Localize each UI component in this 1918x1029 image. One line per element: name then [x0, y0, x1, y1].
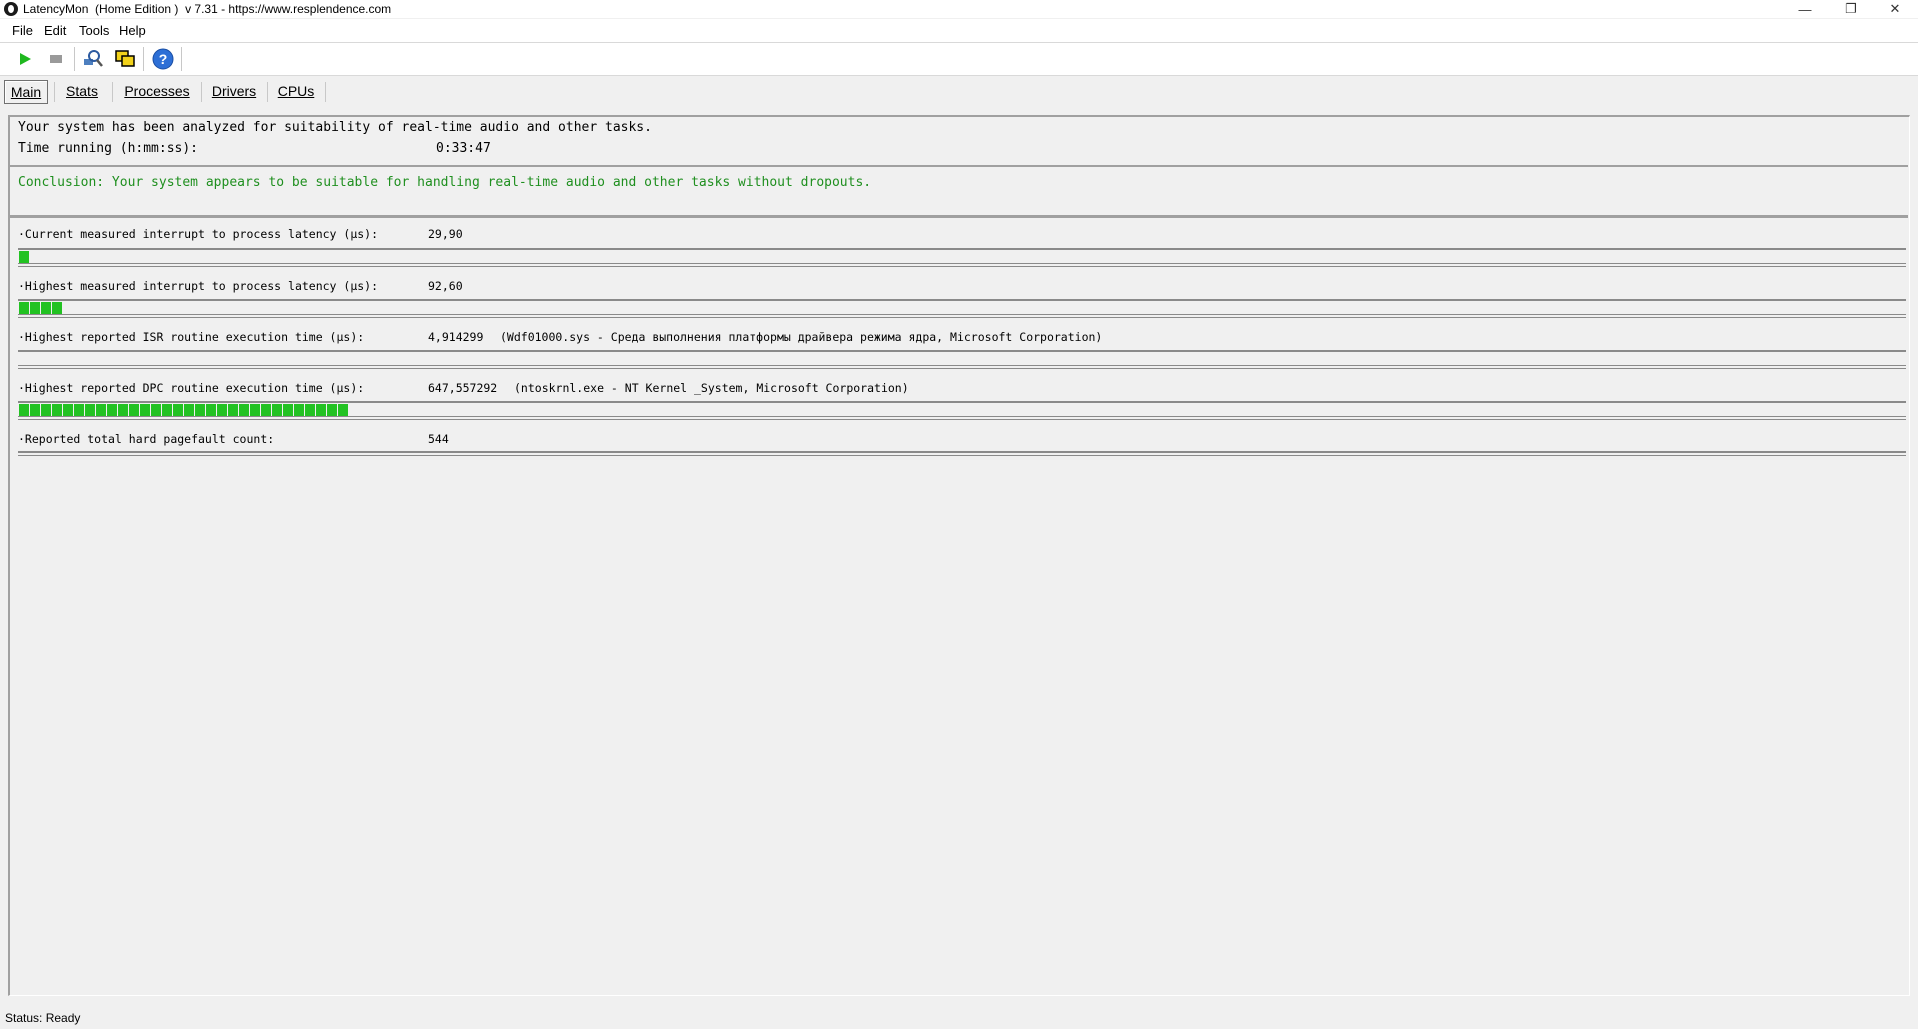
bar-segment — [63, 404, 73, 416]
section-divider — [18, 451, 1906, 456]
menu-bar: File Edit Tools Help — [0, 19, 1918, 43]
menu-file[interactable]: File — [12, 23, 33, 38]
stop-icon[interactable] — [44, 48, 68, 70]
bar-segment — [41, 302, 51, 314]
windows-icon[interactable] — [113, 48, 137, 70]
menu-edit[interactable]: Edit — [44, 23, 66, 38]
menu-help[interactable]: Help — [119, 23, 146, 38]
metric-value: 29,90 — [428, 227, 463, 241]
tab-drivers[interactable]: Drivers — [209, 80, 259, 102]
bar-segment — [19, 404, 29, 416]
bar-segment — [283, 404, 293, 416]
toolbar-separator — [181, 47, 182, 71]
bar-fill — [19, 302, 62, 314]
bar-segment — [228, 404, 238, 416]
bar-segment — [85, 404, 95, 416]
tab-cpus[interactable]: CPUs — [275, 80, 317, 102]
metric-label: ·Highest measured interrupt to process l… — [18, 279, 379, 293]
toolbar: ? — [0, 43, 1918, 76]
time-running-value: 0:33:47 — [436, 141, 491, 156]
metric-value: 92,60 — [428, 279, 463, 293]
bar-segment — [140, 404, 150, 416]
restore-button[interactable]: ❐ — [1828, 0, 1874, 18]
bar-segment — [19, 251, 29, 263]
app-logo-icon — [4, 2, 18, 16]
metric-source: (ntoskrnl.exe - NT Kernel _System, Micro… — [514, 381, 909, 395]
bar-segment — [217, 404, 227, 416]
bar-segment — [184, 404, 194, 416]
metric-label: ·Highest reported ISR routine execution … — [18, 330, 365, 344]
metric-source: (Wdf01000.sys - Среда выполнения платфор… — [500, 330, 1103, 344]
bar-segment — [173, 404, 183, 416]
status-bar: Status: Ready — [0, 1007, 1918, 1029]
bar-segment — [272, 404, 282, 416]
window-title: LatencyMon (Home Edition ) v 7.31 - http… — [23, 2, 392, 16]
bar-segment — [195, 404, 205, 416]
tab-bar: Main Stats Processes Drivers CPUs — [0, 78, 1918, 108]
conclusion-text: Conclusion: Your system appears to be su… — [18, 175, 872, 190]
tab-separator — [325, 82, 326, 102]
bar-segment — [52, 404, 62, 416]
bar-segment — [327, 404, 337, 416]
bar-segment — [74, 404, 84, 416]
bar-segment — [41, 404, 51, 416]
metric-label: ·Highest reported DPC routine execution … — [18, 381, 365, 395]
status-text: Status: Ready — [5, 1011, 81, 1025]
bar-fill — [19, 404, 348, 416]
current-latency-bar — [18, 248, 1906, 267]
metric-value: 647,557292 — [428, 381, 498, 395]
time-running-label: Time running (h:mm:ss): — [18, 141, 199, 156]
bar-segment — [52, 302, 62, 314]
bar-fill — [19, 251, 29, 263]
bar-segment — [118, 404, 128, 416]
dpc-time-bar — [18, 401, 1906, 420]
svg-text:?: ? — [159, 51, 168, 67]
bar-segment — [129, 404, 139, 416]
analysis-header: Your system has been analyzed for suitab… — [10, 117, 1908, 167]
bar-segment — [305, 404, 315, 416]
bar-segment — [250, 404, 260, 416]
highest-latency-bar — [18, 299, 1906, 318]
bar-segment — [316, 404, 326, 416]
bar-segment — [151, 404, 161, 416]
close-button[interactable]: ✕ — [1872, 0, 1918, 18]
bar-segment — [30, 404, 40, 416]
bar-segment — [96, 404, 106, 416]
metric-value: 4,914299 — [428, 330, 484, 344]
bar-segment — [261, 404, 271, 416]
tab-separator — [112, 82, 113, 102]
conclusion-box: Conclusion: Your system appears to be su… — [10, 167, 1908, 218]
bar-segment — [162, 404, 172, 416]
tab-separator — [54, 82, 55, 102]
bar-segment — [338, 404, 348, 416]
tab-separator — [201, 82, 202, 102]
toolbar-separator — [74, 47, 75, 71]
bar-segment — [19, 302, 29, 314]
play-icon[interactable] — [13, 48, 37, 70]
title-bar: LatencyMon (Home Edition ) v 7.31 - http… — [0, 0, 1918, 18]
metric-value: 544 — [428, 432, 449, 446]
bar-segment — [294, 404, 304, 416]
bar-segment — [107, 404, 117, 416]
metric-label: ·Current measured interrupt to process l… — [18, 227, 379, 241]
help-icon[interactable]: ? — [151, 48, 175, 70]
bar-segment — [30, 302, 40, 314]
tab-main[interactable]: Main — [4, 80, 48, 104]
metric-label: ·Reported total hard pagefault count: — [18, 432, 275, 446]
menu-tools[interactable]: Tools — [79, 23, 109, 38]
toolbar-separator — [143, 47, 144, 71]
minimize-button[interactable]: — — [1782, 0, 1828, 18]
bar-segment — [206, 404, 216, 416]
main-panel: Your system has been analyzed for suitab… — [8, 115, 1910, 996]
tab-separator — [267, 82, 268, 102]
tab-processes[interactable]: Processes — [121, 80, 193, 102]
tab-stats[interactable]: Stats — [62, 80, 102, 102]
analysis-summary-text: Your system has been analyzed for suitab… — [18, 120, 652, 135]
isr-time-bar — [18, 350, 1906, 369]
search-tool-icon[interactable] — [81, 48, 105, 70]
bar-segment — [239, 404, 249, 416]
